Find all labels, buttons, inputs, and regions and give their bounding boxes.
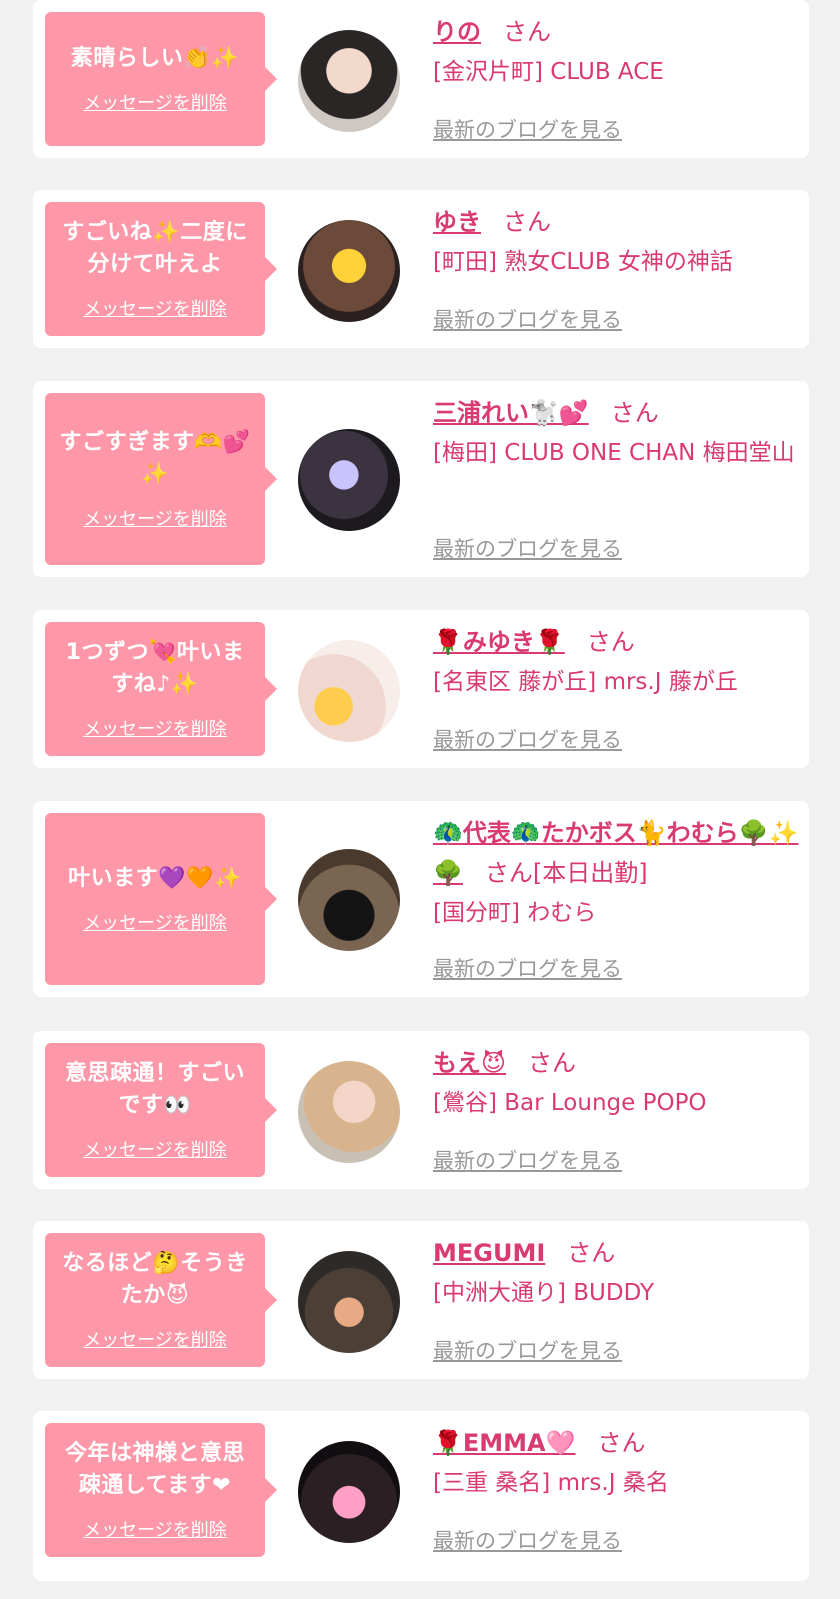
delete-message-link[interactable]: メッセージを削除: [83, 1516, 227, 1542]
cast-name-link[interactable]: 🌹EMMA🩷: [433, 1429, 576, 1457]
latest-blog-link[interactable]: 最新のブログを見る: [433, 1335, 622, 1365]
delete-message-link[interactable]: メッセージを削除: [83, 89, 227, 115]
list-item: 叶います💜🧡✨ メッセージを削除 🦚代表🦚たかボス🐈わむら🌳✨🌳 さん[本日出勤]…: [33, 801, 809, 997]
honorific: さん: [597, 1429, 646, 1457]
message-text: すごすぎます🫶💕✨: [59, 430, 251, 487]
avatar[interactable]: [298, 1061, 400, 1163]
list-item: 素晴らしい👏✨ メッセージを削除 りの さん [金沢片町] CLUB ACE 最新…: [33, 0, 809, 158]
message-bubble: 叶います💜🧡✨ メッセージを削除: [45, 813, 277, 985]
message-text: 今年は神様と意思疎通してます❤: [64, 1441, 245, 1498]
message-text: 叶います💜🧡✨: [68, 866, 242, 891]
honorific: さん: [610, 399, 659, 427]
avatar[interactable]: [298, 1251, 400, 1353]
honorific: さん: [586, 628, 635, 656]
list-item: 今年は神様と意思疎通してます❤ メッセージを削除 🌹EMMA🩷 さん [三重 桑名…: [33, 1411, 809, 1581]
cast-name-link[interactable]: もえ😈: [433, 1049, 506, 1077]
avatar[interactable]: [298, 220, 400, 322]
cast-name-link[interactable]: ゆき: [433, 208, 481, 236]
message-bubble: すごすぎます🫶💕✨ メッセージを削除: [45, 393, 277, 565]
delete-message-link[interactable]: メッセージを削除: [83, 1326, 227, 1352]
cast-name-link[interactable]: 🌹みゆき🌹: [433, 628, 565, 656]
shop-name: [名東区 藤が丘] mrs.J 藤が丘: [433, 669, 738, 695]
message-bubble: 1つずつ💘叶いますね♪✨ メッセージを削除: [45, 622, 277, 756]
latest-blog-link[interactable]: 最新のブログを見る: [433, 304, 622, 334]
delete-message-link[interactable]: メッセージを削除: [83, 295, 227, 321]
latest-blog-link[interactable]: 最新のブログを見る: [433, 114, 622, 144]
message-bubble: なるほど🤔そうきたか😈 メッセージを削除: [45, 1233, 277, 1367]
delete-message-link[interactable]: メッセージを削除: [83, 505, 227, 531]
latest-blog-link[interactable]: 最新のブログを見る: [433, 953, 622, 983]
avatar[interactable]: [298, 849, 400, 951]
avatar[interactable]: [298, 429, 400, 531]
latest-blog-link[interactable]: 最新のブログを見る: [433, 1525, 622, 1555]
shop-name: [三重 桑名] mrs.J 桑名: [433, 1470, 669, 1496]
delete-message-link[interactable]: メッセージを削除: [83, 1136, 227, 1162]
message-text: 1つずつ💘叶いますね♪✨: [65, 640, 245, 697]
list-item: 1つずつ💘叶いますね♪✨ メッセージを削除 🌹みゆき🌹 さん [名東区 藤が丘] …: [33, 610, 809, 768]
cast-name-link[interactable]: MEGUMI: [433, 1239, 545, 1267]
message-bubble: すごいね✨二度に分けて叶えよ メッセージを削除: [45, 202, 277, 336]
honorific: さん: [567, 1239, 616, 1267]
avatar[interactable]: [298, 30, 400, 132]
honorific: さん: [503, 18, 551, 46]
shop-name: [金沢片町] CLUB ACE: [433, 59, 664, 85]
honorific: さん: [503, 208, 551, 236]
message-text: 意思疎通！すごいです👀: [64, 1061, 245, 1118]
list-item: すごすぎます🫶💕✨ メッセージを削除 三浦れい🐩💕 さん [梅田] CLUB ON…: [33, 381, 809, 577]
cast-name-link[interactable]: 三浦れい🐩💕: [433, 399, 589, 427]
message-bubble: 素晴らしい👏✨ メッセージを削除: [45, 12, 277, 146]
message-bubble: 今年は神様と意思疎通してます❤ メッセージを削除: [45, 1423, 277, 1557]
delete-message-link[interactable]: メッセージを削除: [83, 715, 227, 741]
shop-name: [梅田] CLUB ONE CHAN 梅田堂山: [433, 440, 795, 466]
honorific: さん: [528, 1049, 577, 1077]
message-text: すごいね✨二度に分けて叶えよ: [62, 220, 248, 277]
shop-name: [町田] 熟女CLUB 女神の神話: [433, 249, 733, 275]
latest-blog-link[interactable]: 最新のブログを見る: [433, 533, 622, 563]
latest-blog-link[interactable]: 最新のブログを見る: [433, 724, 622, 754]
message-text: なるほど🤔そうきたか😈: [62, 1251, 248, 1308]
shop-name: [中洲大通り] BUDDY: [433, 1280, 655, 1306]
list-item: すごいね✨二度に分けて叶えよ メッセージを削除 ゆき さん [町田] 熟女CLUB…: [33, 190, 809, 348]
avatar[interactable]: [298, 1441, 400, 1543]
list-item: 意思疎通！すごいです👀 メッセージを削除 もえ😈 さん [鶯谷] Bar Loun…: [33, 1031, 809, 1189]
cast-name-link[interactable]: りの: [433, 18, 481, 46]
list-item: なるほど🤔そうきたか😈 メッセージを削除 MEGUMI さん [中洲大通り] BU…: [33, 1221, 809, 1379]
latest-blog-link[interactable]: 最新のブログを見る: [433, 1145, 622, 1175]
shop-name: [国分町] わむら: [433, 900, 597, 926]
message-text: 素晴らしい👏✨: [70, 46, 240, 71]
delete-message-link[interactable]: メッセージを削除: [83, 909, 227, 935]
message-bubble: 意思疎通！すごいです👀 メッセージを削除: [45, 1043, 277, 1177]
status-badge: [本日出勤]: [532, 859, 648, 887]
avatar[interactable]: [298, 640, 400, 742]
message-list: 素晴らしい👏✨ メッセージを削除 りの さん [金沢片町] CLUB ACE 最新…: [0, 0, 840, 1599]
honorific: さん: [484, 859, 533, 887]
shop-name: [鶯谷] Bar Lounge POPO: [433, 1090, 707, 1116]
